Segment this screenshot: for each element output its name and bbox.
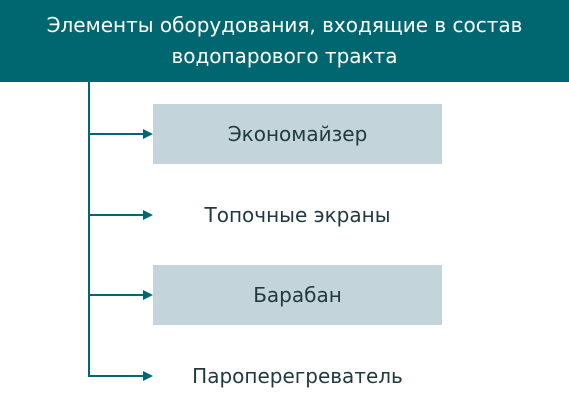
branch-arrow-2 (143, 210, 153, 220)
item-economizer: Экономайзер (153, 104, 442, 164)
item-drum: Барабан (153, 265, 442, 325)
item-label: Топочные экраны (204, 203, 391, 227)
branch-arrow-4 (143, 371, 153, 381)
item-furnace-screens: Топочные экраны (153, 185, 442, 245)
item-superheater: Пароперегреватель (153, 346, 442, 406)
branch-arrow-3 (143, 290, 153, 300)
item-label: Экономайзер (227, 122, 368, 146)
branch-arrow-1 (143, 129, 153, 139)
item-label: Барабан (253, 283, 342, 307)
item-label: Пароперегреватель (192, 364, 403, 388)
